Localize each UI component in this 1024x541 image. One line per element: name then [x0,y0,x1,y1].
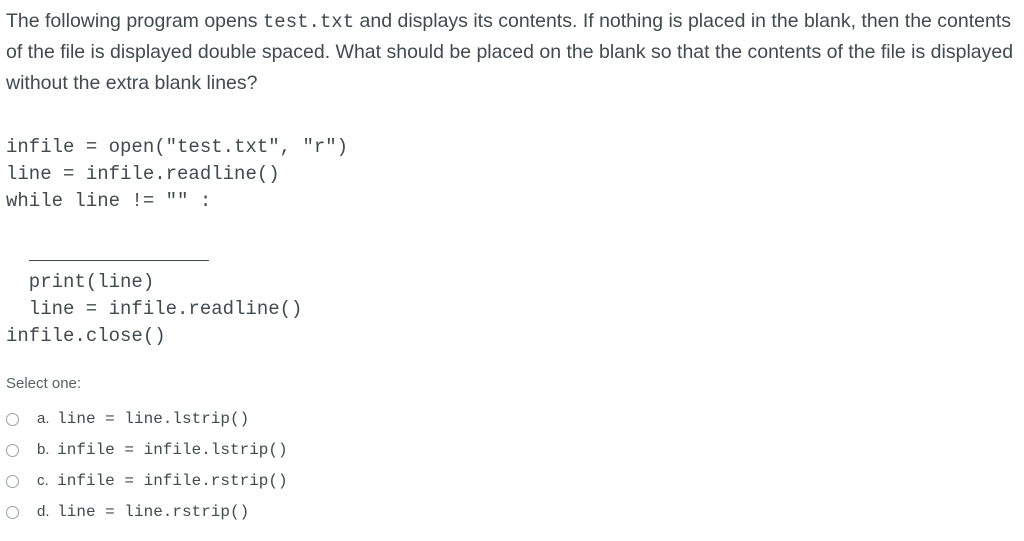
code-line-5: line = infile.readline() [29,298,303,320]
radio-icon[interactable] [6,444,19,457]
option-label: b. infile = infile.lstrip() [37,441,288,459]
option-text: infile = infile.rstrip() [57,472,287,490]
option-label: d. line = line.rstrip() [37,503,249,521]
option-label: c. infile = infile.rstrip() [37,472,288,490]
option-letter: d. [37,503,53,520]
option-text: line = line.lstrip() [57,410,249,428]
radio-icon[interactable] [6,506,19,519]
options-list: a. line = line.lstrip() b. infile = infi… [6,404,1018,528]
code-line-1: infile = open("test.txt", "r") [6,136,348,158]
code-block: infile = open("test.txt", "r") line = in… [6,108,1018,349]
option-text: line = line.rstrip() [57,503,249,521]
option-label: a. line = line.lstrip() [37,410,249,428]
radio-icon[interactable] [6,475,19,488]
option-d[interactable]: d. line = line.rstrip() [6,497,1018,528]
option-b[interactable]: b. infile = infile.lstrip() [6,435,1018,466]
option-text: infile = infile.lstrip() [57,441,287,459]
option-a[interactable]: a. line = line.lstrip() [6,404,1018,435]
code-line-3: while line != "" : [6,190,211,212]
code-line-4: print(line) [29,271,154,293]
stem-mono-1: test.txt [263,11,354,33]
option-c[interactable]: c. infile = infile.rstrip() [6,466,1018,497]
option-letter: a. [37,410,53,427]
select-one-label: Select one: [6,375,1018,392]
question-stem: The following program opens test.txt and… [6,6,1018,98]
question-page: The following program opens test.txt and… [0,0,1024,534]
stem-text-1: The following program opens [6,10,263,32]
code-line-6: infile.close() [6,325,166,347]
radio-icon[interactable] [6,413,19,426]
option-letter: c. [37,472,53,489]
code-line-2: line = infile.readline() [6,163,280,185]
code-blank-line [29,241,209,261]
option-letter: b. [37,441,53,458]
